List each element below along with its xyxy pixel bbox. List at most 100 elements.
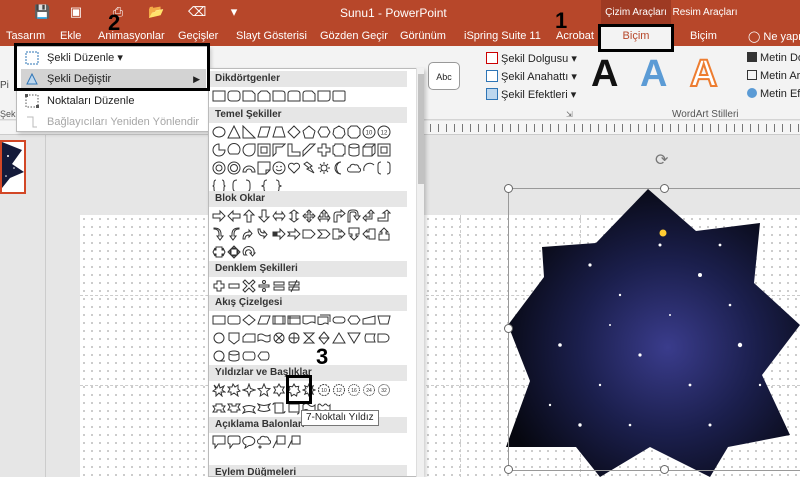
shape-flowchart-sort[interactable] [317,331,331,345]
shape-decagon[interactable]: 10 [362,125,376,139]
shape-circular-arrow[interactable] [242,245,256,259]
shape-plus[interactable] [212,279,226,293]
shape-10-point-star[interactable]: 10 [317,383,331,397]
tab-bicim-picture[interactable]: Biçim [690,30,717,42]
text-effects-button[interactable]: Metin Efe [747,88,800,100]
shape-heptagon[interactable] [332,125,346,139]
shape-flowchart-multidocument[interactable] [317,313,331,327]
shape-brackets-pair[interactable] [377,161,391,175]
shape-flowchart-delay[interactable] [377,331,391,345]
shape-flowchart-punched-tape[interactable] [257,331,271,345]
slide-thumbnail[interactable] [0,140,26,194]
shape-oval[interactable] [212,125,226,139]
rotate-handle-icon[interactable]: ⟳ [655,150,668,170]
shape-notched-right-arrow[interactable] [287,227,301,241]
shape-flowchart-extract[interactable] [332,331,346,345]
shape-left-right-arrow[interactable] [272,209,286,223]
shape-smiley-face[interactable] [272,161,286,175]
shape-effects-button[interactable]: Şekil Efektleri ▾ [486,88,576,101]
tab-gorunum[interactable]: Görünüm [400,30,446,42]
tab-slayt-gosterisi[interactable]: Slayt Gösterisi [236,30,307,42]
shape-line-callout-1[interactable] [272,435,286,449]
shape-flowchart-terminator[interactable] [332,313,346,327]
shape-fill-button[interactable]: Şekil Dolgusu ▾ [486,52,577,65]
shape-donut[interactable] [212,161,226,175]
shape-pie[interactable] [212,143,226,157]
shape-explosion-2[interactable] [227,383,241,397]
wordart-style-blue[interactable]: A [640,54,667,94]
shape-plaque[interactable] [332,143,346,157]
text-fill-button[interactable]: Metin Do [747,52,800,64]
shape-flowchart-direct-access-storage[interactable] [242,349,256,363]
shape-flowchart-data[interactable] [257,313,271,327]
shape-flowchart-internal-storage[interactable] [287,313,301,327]
shape-down-arrow-callout[interactable] [347,227,361,241]
shape-folded-corner[interactable] [257,161,271,175]
shape-equal[interactable] [272,279,286,293]
shape-cube[interactable] [362,143,376,157]
resize-handle-middle-left[interactable] [504,324,513,333]
shape-parallelogram[interactable] [257,125,271,139]
shape-flowchart-collate[interactable] [302,331,316,345]
shape-up-down-arrow[interactable] [287,209,301,223]
shape-no-symbol[interactable] [227,161,241,175]
shape-flowchart-decision[interactable] [242,313,256,327]
gallery-scrollbar-thumb[interactable] [418,74,424,184]
wordart-style-black[interactable]: A [591,54,618,94]
shape-flowchart-merge[interactable] [347,331,361,345]
shape-left-arrow-callout[interactable] [362,227,376,241]
shape-ribbon-up[interactable] [212,401,226,415]
shape-ribbon-down[interactable] [227,401,241,415]
shape-flowchart-alternate-process[interactable] [227,313,241,327]
shape-cloud[interactable] [347,161,361,175]
shape-hexagon[interactable] [317,125,331,139]
tell-me-search[interactable]: ◯ Ne yapm [748,30,800,43]
shape-round-corner-rectangle[interactable] [272,89,286,103]
shape-vertical-scroll[interactable] [272,401,286,415]
shape-flowchart-manual-input[interactable] [362,313,376,327]
shape-pentagon-arrow[interactable] [302,227,316,241]
shape-outline-button[interactable]: Şekil Anahattı ▾ [486,70,577,83]
shape-division[interactable] [257,279,271,293]
shape-curved-ribbon-up[interactable] [242,401,256,415]
shape-6-point-star[interactable] [272,383,286,397]
gallery-scrollbar[interactable] [416,68,424,477]
shape-pentagon[interactable] [302,125,316,139]
shape-snip-round-rectangle[interactable] [302,89,316,103]
shape-flowchart-card[interactable] [242,331,256,345]
shape-cross[interactable] [317,143,331,157]
save-icon[interactable]: 💾 [34,4,50,20]
shape-left-right-arrow-callout[interactable] [212,245,226,259]
shape-curved-down-arrow[interactable] [257,227,271,241]
shape-triangle[interactable] [227,125,241,139]
shape-can[interactable] [347,143,361,157]
open-folder-icon[interactable]: 📂 [148,4,164,20]
tab-gecisler[interactable]: Geçişler [178,30,218,42]
shape-octagon[interactable] [347,125,361,139]
shape-rounded-rectangle[interactable] [227,89,241,103]
shape-12-point-star[interactable]: 12 [332,383,346,397]
shape-frame[interactable] [257,143,271,157]
shape-explosion-1[interactable] [212,383,226,397]
shape-left-arrow[interactable] [227,209,241,223]
shape-lightning-bolt[interactable] [302,161,316,175]
shape-left-up-arrow[interactable] [362,209,376,223]
shape-right-triangle[interactable] [242,125,256,139]
shape-callout-rectangle[interactable] [212,435,226,449]
tab-tasarim[interactable]: Tasarım [6,30,45,42]
shape-not-equal[interactable] [287,279,301,293]
shape-flowchart-magnetic-disk[interactable] [227,349,241,363]
shape-multiply[interactable] [242,279,256,293]
shape-snip-rectangle[interactable] [242,89,256,103]
shape-down-arrow[interactable] [257,209,271,223]
shape-16-point-star[interactable]: 16 [347,383,361,397]
resize-handle-top-center[interactable] [660,184,669,193]
shape-callout-cloud[interactable] [257,435,271,449]
shape-diamond[interactable] [287,125,301,139]
tab-gozden-gecir[interactable]: Gözden Geçir [320,30,388,42]
shape-line-callout-2[interactable] [287,435,301,449]
shape-flowchart-offpage-connector[interactable] [227,331,241,345]
shape-sun[interactable] [317,161,331,175]
shape-up-arrow[interactable] [242,209,256,223]
resize-handle-bottom-left[interactable] [504,465,513,474]
